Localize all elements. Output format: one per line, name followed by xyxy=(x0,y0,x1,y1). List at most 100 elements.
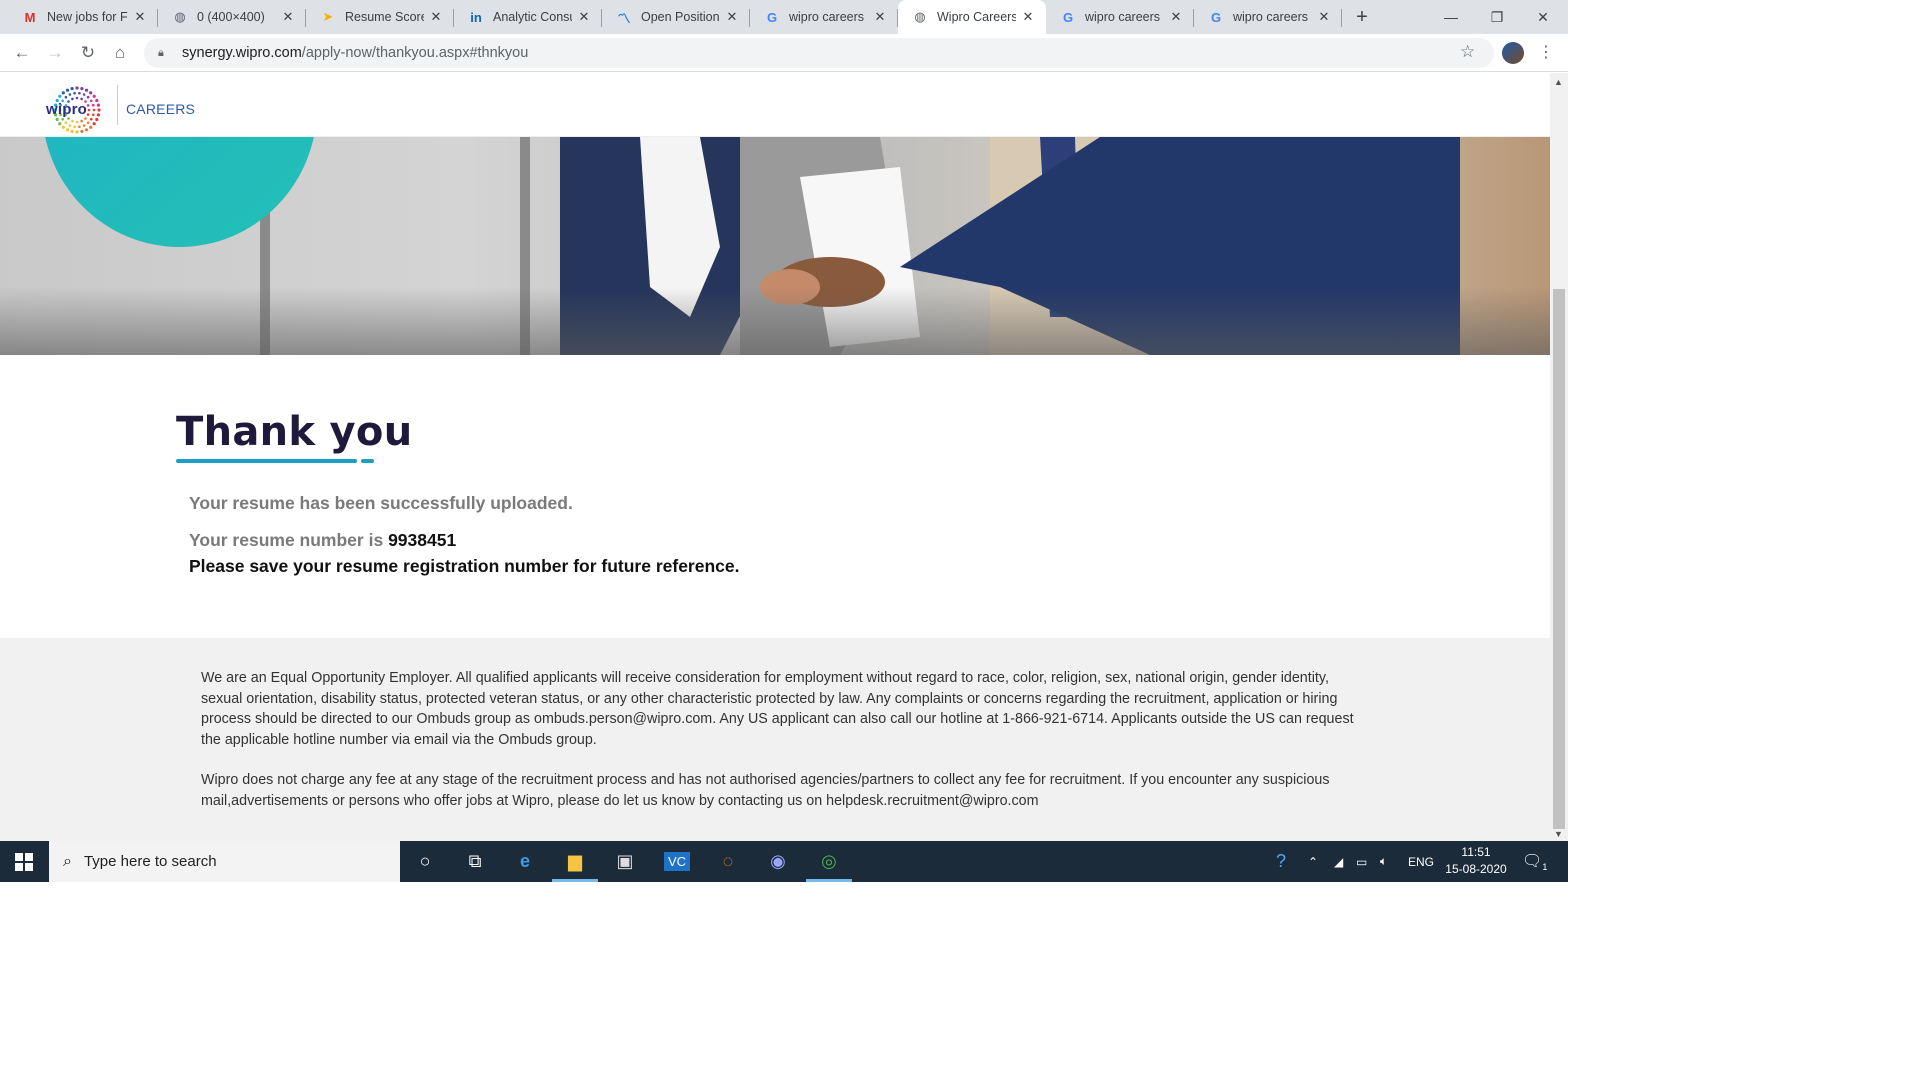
tab-close-icon[interactable]: ✕ xyxy=(428,9,444,25)
logo-dot xyxy=(73,125,76,129)
language-indicator[interactable]: ENG xyxy=(1408,841,1434,882)
logo-dot xyxy=(86,104,90,107)
logo-dot xyxy=(92,122,96,126)
browser-toolbar: ← → ↻ ⌂ 🔒︎ synergy.wipro.com/apply-now/t… xyxy=(0,34,1568,72)
logo-dot xyxy=(68,124,72,127)
browser-tab[interactable]: ◍ Wipro Careers | ✕ xyxy=(898,0,1046,34)
eclipse-icon[interactable]: ◉ xyxy=(753,841,803,882)
tab-title: 0 (400×400) xyxy=(197,10,265,24)
clock-time: 11:51 xyxy=(1461,845,1491,859)
logo-dot xyxy=(75,96,79,100)
logo-dot xyxy=(61,91,65,95)
profile-avatar[interactable] xyxy=(1502,42,1524,64)
bookmark-star-icon[interactable]: ☆ xyxy=(1460,42,1475,62)
address-bar[interactable]: 🔒︎ synergy.wipro.com/apply-now/thankyou.… xyxy=(144,38,1494,68)
new-tab-button[interactable]: + xyxy=(1350,5,1374,29)
network-icon[interactable]: ◢ xyxy=(1334,841,1343,882)
logo-dot xyxy=(65,88,70,92)
browser-tab[interactable]: ➤ Resume Score ✕ xyxy=(306,0,454,34)
tab-title: wipro careers xyxy=(1085,10,1161,24)
tab-close-icon[interactable]: ✕ xyxy=(132,9,148,25)
browser-tab[interactable]: M New jobs for Fr ✕ xyxy=(8,0,158,34)
battery-icon[interactable]: ▭ xyxy=(1356,841,1367,882)
hero-banner-image xyxy=(0,137,1550,355)
google-icon: G xyxy=(766,9,778,25)
globe-icon: ◍ xyxy=(174,9,186,24)
upload-success-message: Your resume has been successfully upload… xyxy=(189,493,573,513)
volume-icon[interactable]: 🔈︎ xyxy=(1380,841,1387,882)
logo-dot xyxy=(64,121,68,125)
help-icon[interactable]: ? xyxy=(1276,841,1286,882)
logo-dot xyxy=(92,94,96,98)
careers-link[interactable]: CAREERS xyxy=(126,101,195,117)
browser-tab[interactable]: in Analytic Consul ✕ xyxy=(454,0,602,34)
logo-dot xyxy=(87,108,91,112)
logo-dot xyxy=(71,119,74,123)
logo-dot xyxy=(84,88,89,92)
logo-dot xyxy=(75,120,79,124)
jupyter-icon[interactable]: ◌ xyxy=(703,841,753,882)
tab-close-icon[interactable]: ✕ xyxy=(872,9,888,25)
logo-dot xyxy=(71,97,74,101)
browser-menu-icon[interactable]: ⋮ xyxy=(1538,42,1554,62)
browser-tab[interactable]: Gwipro careers - ✕ xyxy=(750,0,898,34)
gmail-icon: M xyxy=(24,9,36,25)
logo-dot xyxy=(92,103,95,107)
taskbar-search-box[interactable]: ⌕ Type here to search xyxy=(49,841,400,882)
logo-dot xyxy=(65,128,70,132)
show-hidden-icons-chevron-icon[interactable]: ⌃ xyxy=(1308,841,1318,882)
scroll-thumb[interactable] xyxy=(1553,289,1565,829)
tab-title: Analytic Consul xyxy=(493,10,572,24)
browser-tab[interactable]: Gwipro careers ✕ xyxy=(1046,0,1194,34)
logo-dot xyxy=(75,86,79,90)
action-center-icon[interactable]: 🗨︎1 xyxy=(1522,851,1547,872)
logo-dot xyxy=(82,124,86,127)
tab-close-icon[interactable]: ✕ xyxy=(1316,9,1332,25)
logo-wordmark: wipro xyxy=(46,101,87,118)
logo-dot xyxy=(55,117,59,122)
tab-close-icon[interactable]: ✕ xyxy=(1020,9,1036,25)
browser-tab[interactable]: ◍ 0 (400×400) ✕ xyxy=(158,0,306,34)
browser-tab[interactable]: 〽 Open Positions ✕ xyxy=(602,0,750,34)
tab-close-icon[interactable]: ✕ xyxy=(724,9,740,25)
url-path: /apply-now/thankyou.aspx#thnkyou xyxy=(301,45,529,61)
taskbar-clock[interactable]: 11:51 15-08-2020 xyxy=(1440,844,1512,878)
wipro-logo[interactable]: wipro xyxy=(44,83,110,137)
store-icon[interactable]: ▣ xyxy=(600,841,650,882)
logo-dot xyxy=(64,95,68,99)
vscode-like-app-icon[interactable]: VC xyxy=(652,841,702,882)
forward-button[interactable]: → xyxy=(42,40,68,66)
browser-tab[interactable]: Gwipro careers ✕ xyxy=(1194,0,1342,34)
wave-icon: 〽 xyxy=(617,10,631,26)
tab-title: Open Positions xyxy=(641,10,720,24)
back-button[interactable]: ← xyxy=(9,40,35,66)
scroll-up-arrow-icon[interactable]: ▲ xyxy=(1554,77,1563,87)
logo-dot xyxy=(86,121,90,125)
file-explorer-icon[interactable]: ▆ xyxy=(550,841,600,882)
resume-score-icon: ➤ xyxy=(322,9,334,24)
tab-close-icon[interactable]: ✕ xyxy=(1168,9,1184,25)
task-view-icon[interactable]: ⧉ xyxy=(450,841,500,882)
close-window-button[interactable]: ✕ xyxy=(1520,0,1566,34)
taskbar-search-placeholder: Type here to search xyxy=(83,853,217,870)
logo-dot xyxy=(92,108,96,112)
cortana-icon[interactable]: ○ xyxy=(400,841,450,882)
start-button[interactable] xyxy=(0,841,48,882)
logo-dot xyxy=(90,117,93,121)
tab-close-icon[interactable]: ✕ xyxy=(576,9,592,25)
edge-browser-icon[interactable]: e xyxy=(500,841,550,882)
minimize-button[interactable]: — xyxy=(1428,0,1474,34)
scroll-down-arrow-icon[interactable]: ▼ xyxy=(1554,829,1563,839)
tab-close-icon[interactable]: ✕ xyxy=(280,9,296,25)
site-header: wipro CAREERS xyxy=(0,73,1550,137)
logo-dot xyxy=(96,103,100,107)
maximize-button[interactable]: ❐ xyxy=(1474,0,1520,34)
logo-dot xyxy=(75,130,79,134)
lock-icon: 🔒︎ xyxy=(158,46,164,59)
page-scrollbar[interactable]: ▲ ▼ xyxy=(1550,73,1568,841)
home-button[interactable]: ⌂ xyxy=(107,40,133,66)
page-title: Thank you xyxy=(176,409,413,455)
chrome-icon[interactable]: ◎ xyxy=(804,841,854,882)
logo-dot xyxy=(58,122,62,126)
reload-button[interactable]: ↻ xyxy=(75,40,101,66)
